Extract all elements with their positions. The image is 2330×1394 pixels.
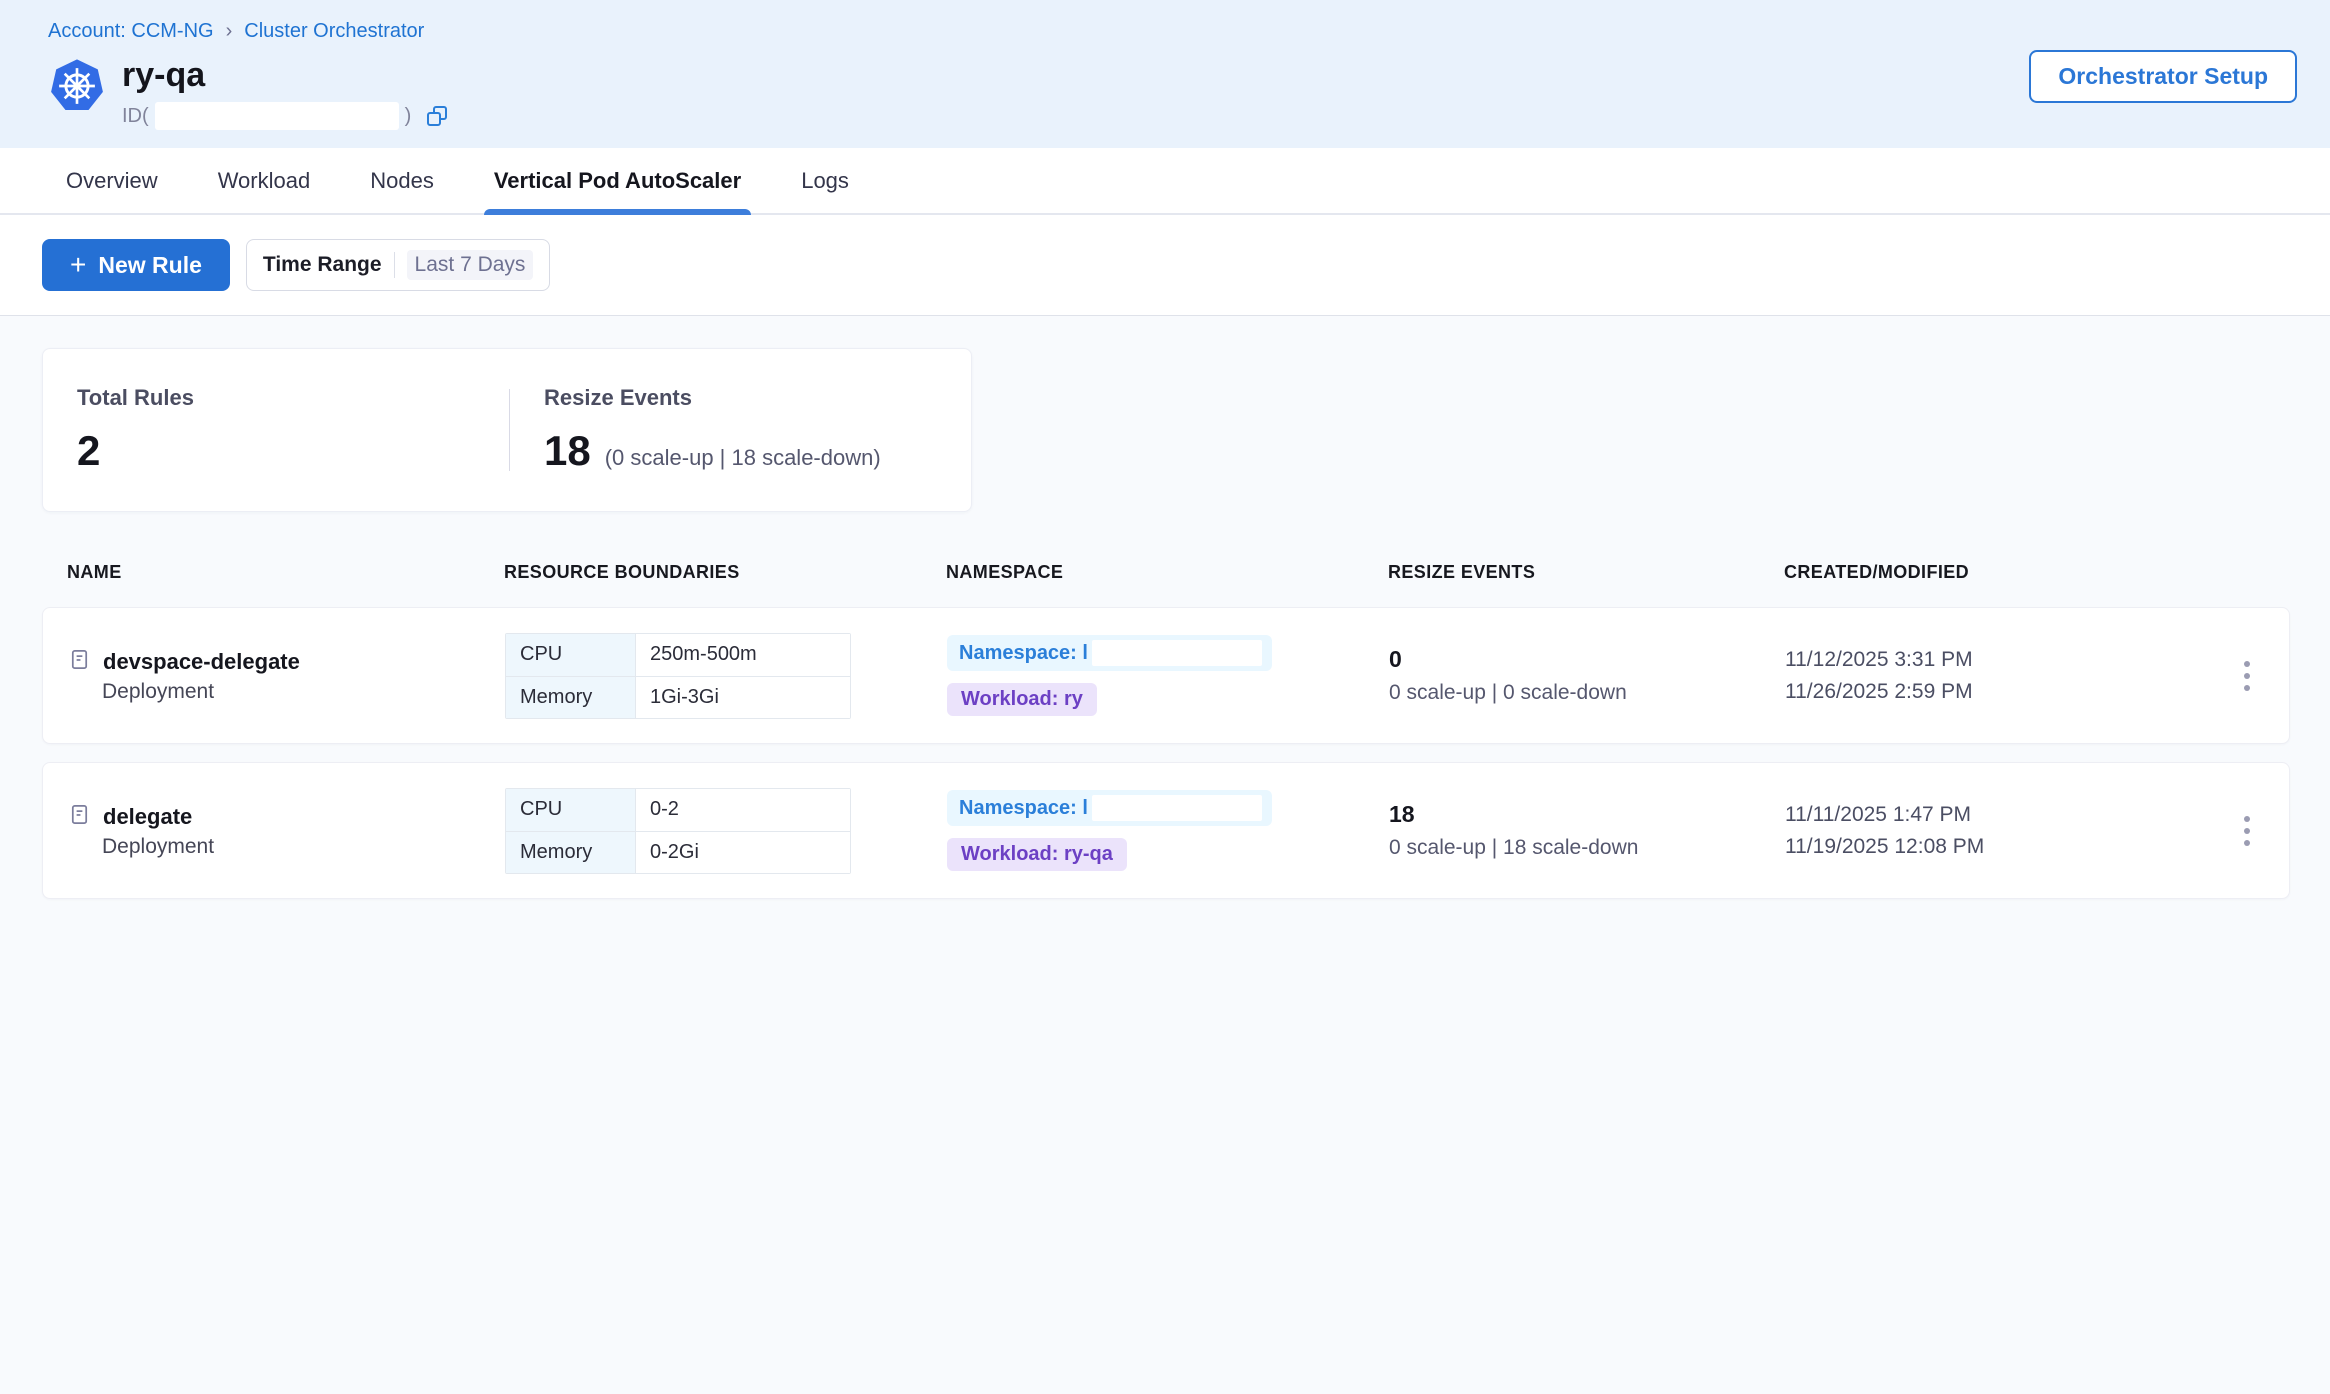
plus-icon: + [70, 251, 86, 279]
row-menu-kebab-icon[interactable] [2236, 808, 2258, 854]
table-header: NAME RESOURCE BOUNDARIES NAMESPACE RESIZ… [42, 562, 2290, 607]
time-range-divider [394, 252, 395, 278]
rule-kind: Deployment [102, 835, 505, 859]
tab-bar: Overview Workload Nodes Vertical Pod Aut… [0, 148, 2330, 215]
namespace-cell: Namespace: l Workload: ry [947, 635, 1389, 716]
total-rules-value: 2 [77, 427, 100, 475]
resource-boundaries-cell: CPU 0-2 Memory 0-2Gi [505, 788, 947, 874]
toolbar: + New Rule Time Range Last 7 Days [0, 215, 2330, 316]
kubernetes-icon [48, 57, 106, 115]
namespace-redacted-value [1092, 795, 1262, 821]
copy-icon[interactable] [425, 104, 449, 128]
breadcrumb-separator-icon: › [226, 20, 233, 43]
resize-count: 0 [1389, 646, 1785, 673]
workload-tag: Workload: ry-qa [947, 838, 1127, 871]
rule-name: devspace-delegate [103, 649, 300, 675]
column-header-resize-events: RESIZE EVENTS [1388, 562, 1784, 583]
resize-detail: 0 scale-up | 18 scale-down [1389, 836, 1785, 860]
tab-logs[interactable]: Logs [799, 148, 851, 213]
document-icon [68, 648, 91, 676]
title-block: ry-qa ID( ) [122, 57, 449, 130]
namespace-tag: Namespace: l [947, 635, 1272, 671]
column-header-resource-boundaries: RESOURCE BOUNDARIES [504, 562, 946, 583]
memory-label: Memory [506, 832, 636, 873]
rule-name-cell: delegate Deployment [68, 803, 505, 859]
resize-events-value: 18 [544, 427, 591, 475]
namespace-tag: Namespace: l [947, 790, 1272, 826]
namespace-cell: Namespace: l Workload: ry-qa [947, 790, 1389, 871]
created-date: 11/12/2025 3:31 PM [1785, 648, 2205, 672]
cluster-orchestrator-page: Account: CCM-NG › Cluster Orchestrator [0, 0, 2330, 1394]
rule-kind: Deployment [102, 680, 505, 704]
tab-workload[interactable]: Workload [216, 148, 313, 213]
memory-label: Memory [506, 677, 636, 718]
document-icon [68, 803, 91, 831]
tab-vertical-pod-autoscaler[interactable]: Vertical Pod AutoScaler [492, 148, 743, 213]
cpu-label: CPU [506, 789, 636, 831]
resize-events-cell: 18 0 scale-up | 18 scale-down [1389, 801, 1785, 860]
breadcrumb-cluster-orchestrator-link[interactable]: Cluster Orchestrator [244, 20, 424, 43]
time-range-label: Time Range [263, 253, 382, 277]
rule-name-cell: devspace-delegate Deployment [68, 648, 505, 704]
breadcrumb: Account: CCM-NG › Cluster Orchestrator [48, 20, 2297, 43]
breadcrumb-account-link[interactable]: Account: CCM-NG [48, 20, 214, 43]
page-header: Account: CCM-NG › Cluster Orchestrator [0, 0, 2330, 148]
memory-value: 0-2Gi [636, 832, 850, 873]
header-main: ry-qa ID( ) [48, 57, 2297, 130]
resource-boundaries-cell: CPU 250m-500m Memory 1Gi-3Gi [505, 633, 947, 719]
time-range-button[interactable]: Time Range Last 7 Days [246, 239, 551, 291]
column-header-name: NAME [67, 562, 504, 583]
total-rules-stat: Total Rules 2 [43, 385, 509, 475]
rule-name: delegate [103, 804, 192, 830]
time-range-value: Last 7 Days [407, 250, 534, 280]
namespace-tag-text: Namespace: l [959, 642, 1088, 665]
resize-events-detail: (0 scale-up | 18 scale-down) [605, 445, 881, 471]
table-row[interactable]: delegate Deployment CPU 0-2 Memory 0-2Gi [42, 762, 2290, 899]
created-modified-cell: 11/12/2025 3:31 PM 11/26/2025 2:59 PM [1785, 648, 2205, 704]
total-rules-label: Total Rules [77, 385, 475, 411]
resize-events-cell: 0 0 scale-up | 0 scale-down [1389, 646, 1785, 705]
orchestrator-setup-button[interactable]: Orchestrator Setup [2029, 50, 2297, 103]
cluster-id-row: ID( ) [122, 102, 449, 130]
namespace-redacted-value [1092, 640, 1262, 666]
cluster-id-suffix: ) [405, 105, 412, 128]
page-title: ry-qa [122, 57, 449, 94]
workload-tag: Workload: ry [947, 683, 1097, 716]
resize-count: 18 [1389, 801, 1785, 828]
column-header-namespace: NAMESPACE [946, 562, 1388, 583]
namespace-tag-text: Namespace: l [959, 797, 1088, 820]
tab-nodes[interactable]: Nodes [368, 148, 436, 213]
created-date: 11/11/2025 1:47 PM [1785, 803, 2205, 827]
created-modified-cell: 11/11/2025 1:47 PM 11/19/2025 12:08 PM [1785, 803, 2205, 859]
resize-events-stat: Resize Events 18 (0 scale-up | 18 scale-… [510, 385, 915, 475]
new-rule-label: New Rule [98, 252, 202, 279]
new-rule-button[interactable]: + New Rule [42, 239, 230, 291]
modified-date: 11/19/2025 12:08 PM [1785, 835, 2205, 859]
stats-card: Total Rules 2 Resize Events 18 (0 scale-… [42, 348, 972, 512]
memory-value: 1Gi-3Gi [636, 677, 850, 718]
cluster-id-redacted-value [155, 102, 399, 130]
resize-detail: 0 scale-up | 0 scale-down [1389, 681, 1785, 705]
cluster-id-prefix: ID( [122, 105, 149, 128]
modified-date: 11/26/2025 2:59 PM [1785, 680, 2205, 704]
resize-events-label: Resize Events [544, 385, 881, 411]
tab-overview[interactable]: Overview [64, 148, 160, 213]
row-menu-kebab-icon[interactable] [2236, 653, 2258, 699]
cpu-value: 250m-500m [636, 634, 850, 676]
table-row[interactable]: devspace-delegate Deployment CPU 250m-50… [42, 607, 2290, 744]
cpu-value: 0-2 [636, 789, 850, 831]
content-area: Total Rules 2 Resize Events 18 (0 scale-… [0, 316, 2330, 1394]
column-header-created-modified: CREATED/MODIFIED [1784, 562, 2204, 583]
cpu-label: CPU [506, 634, 636, 676]
